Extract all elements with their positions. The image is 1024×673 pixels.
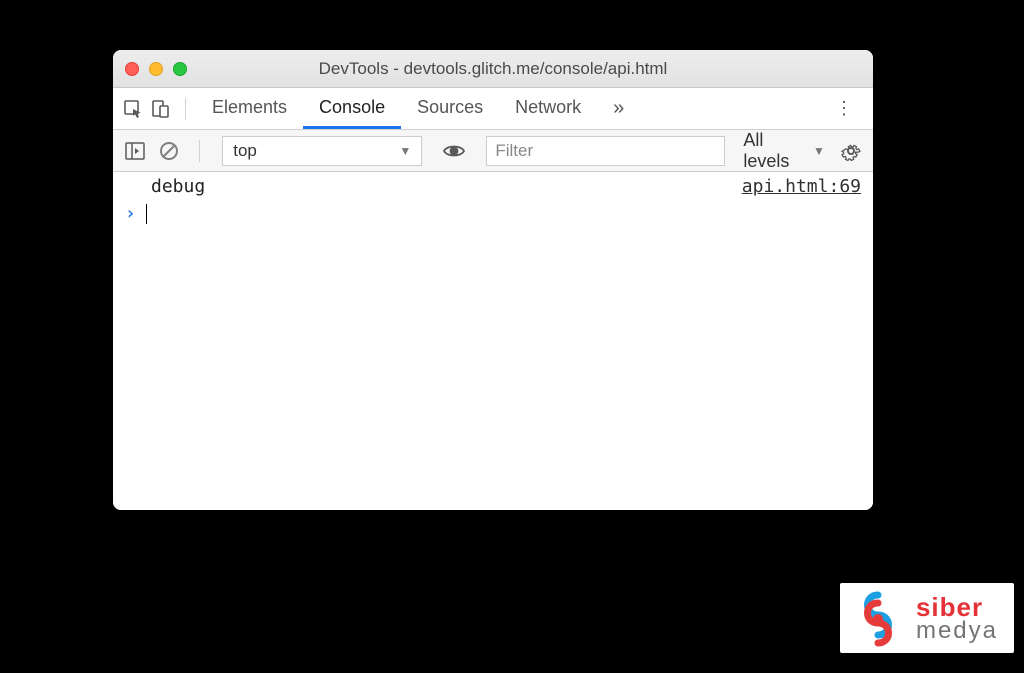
- traffic-lights: [125, 62, 187, 76]
- device-toggle-icon[interactable]: [147, 95, 175, 123]
- separator: [185, 98, 186, 120]
- tab-network[interactable]: Network: [499, 88, 597, 129]
- zoom-dot[interactable]: [173, 62, 187, 76]
- window-title: DevTools - devtools.glitch.me/console/ap…: [113, 59, 873, 79]
- chevron-down-icon: ▼: [399, 144, 411, 158]
- titlebar: DevTools - devtools.glitch.me/console/ap…: [113, 50, 873, 88]
- text-cursor: [146, 204, 147, 224]
- watermark-logo-icon: [850, 591, 906, 647]
- console-source-link[interactable]: api.html:69: [742, 176, 861, 197]
- log-levels-dropdown[interactable]: All levels ▼: [743, 130, 825, 172]
- chevron-down-icon: ▼: [813, 144, 825, 158]
- clear-console-icon[interactable]: [155, 136, 183, 166]
- tab-elements-label: Elements: [212, 97, 287, 118]
- console-message: debug: [151, 176, 205, 197]
- context-value: top: [233, 141, 257, 161]
- menu-more-icon[interactable]: ⋮: [821, 98, 867, 119]
- tab-elements[interactable]: Elements: [196, 88, 303, 129]
- separator: [199, 140, 200, 162]
- context-dropdown[interactable]: top ▼: [222, 136, 422, 166]
- filter-input[interactable]: [486, 136, 725, 166]
- log-levels-label: All levels: [743, 130, 809, 172]
- watermark-text: siber medya: [916, 595, 998, 642]
- console-output: debug api.html:69 ›: [113, 172, 873, 510]
- tabs-overflow[interactable]: »: [605, 97, 632, 120]
- panel-tabs: Elements Console Sources Network » ⋮: [113, 88, 873, 130]
- tabs-overflow-label: »: [613, 97, 624, 119]
- live-expression-icon[interactable]: [440, 136, 468, 166]
- prompt-arrow-icon: ›: [125, 203, 136, 224]
- tab-sources[interactable]: Sources: [401, 88, 499, 129]
- tab-network-label: Network: [515, 97, 581, 118]
- minimize-dot[interactable]: [149, 62, 163, 76]
- close-dot[interactable]: [125, 62, 139, 76]
- tab-console[interactable]: Console: [303, 88, 401, 129]
- console-prompt[interactable]: ›: [113, 199, 873, 228]
- show-sidebar-icon[interactable]: [121, 136, 149, 166]
- tab-console-label: Console: [319, 97, 385, 118]
- inspect-icon[interactable]: [119, 95, 147, 123]
- console-entry: debug api.html:69: [113, 172, 873, 199]
- tab-sources-label: Sources: [417, 97, 483, 118]
- watermark-line2: medya: [916, 620, 998, 643]
- devtools-window: DevTools - devtools.glitch.me/console/ap…: [113, 50, 873, 510]
- console-settings-icon[interactable]: [837, 136, 865, 166]
- console-toolbar: top ▼ All levels ▼: [113, 130, 873, 172]
- watermark: siber medya: [840, 583, 1014, 653]
